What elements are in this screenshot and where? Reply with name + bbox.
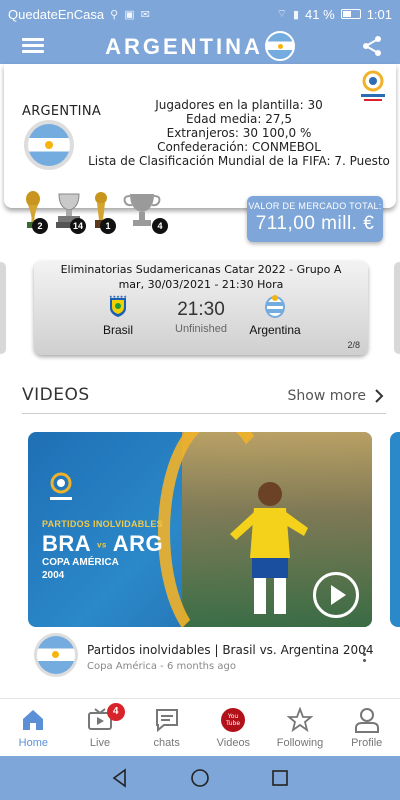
team-info-card: ARGENTINA Jugadores en la plantilla: 30 … (4, 64, 396, 208)
video-thumbnail[interactable]: PARTIDOS INOLVIDABLES BRA vs ARG COPA AM… (28, 432, 372, 627)
cup-trophy[interactable]: 4 (122, 190, 168, 234)
player-image (230, 482, 308, 614)
star-icon (287, 707, 314, 733)
match-status: Unfinished (175, 323, 227, 335)
copa-america-trophy[interactable]: 14 (54, 190, 86, 234)
app-title-text: ARGENTINA (105, 34, 263, 59)
mail-icon: ✉ (140, 8, 150, 21)
youtube-icon: You Tube (221, 708, 246, 732)
show-more-link[interactable]: Show more (288, 388, 385, 404)
more-options-icon[interactable] (360, 647, 368, 667)
chat-icon (155, 709, 178, 733)
app-bar: ARGENTINA (0, 28, 400, 64)
nav-live[interactable]: 4 Live (67, 699, 134, 756)
team-stat-fifa-ranking: Lista de Clasificación Mundial de la FIF… (88, 154, 390, 168)
live-badge: 4 (106, 703, 125, 721)
team-stats: Jugadores en la plantilla: 30 Edad media… (84, 98, 394, 168)
trophy-count: 2 (32, 218, 48, 234)
trophy-count: 1 (100, 218, 116, 234)
signal-icon: ▮ (292, 8, 300, 21)
battery-percent: 41 % (305, 6, 335, 22)
argentina-flag-icon (264, 30, 295, 61)
match-card-previous[interactable] (0, 262, 6, 354)
usb-icon: ⚲ (110, 8, 119, 21)
match-time: 21:30 (177, 299, 225, 320)
nav-profile[interactable]: Profile (333, 699, 400, 756)
team-stat-age: Edad media: 27,5 (186, 112, 292, 126)
match-page-indicator: 2/8 (347, 340, 360, 350)
nav-following[interactable]: Following (267, 699, 334, 756)
recents-icon[interactable] (270, 768, 290, 788)
thumbnail-teams: BRA vs ARG (42, 531, 164, 556)
svg-text:★★★★★: ★★★★★ (109, 294, 127, 299)
market-value-label: VALOR DE MERCADO TOTAL: (248, 201, 382, 211)
page-title: ARGENTINA (0, 30, 400, 61)
next-video-thumbnail[interactable] (390, 432, 400, 627)
home-button-icon[interactable] (190, 768, 210, 788)
video-title[interactable]: Partidos inolvidables | Brasil vs. Argen… (87, 643, 373, 657)
channel-avatar[interactable] (34, 633, 78, 677)
back-icon[interactable] (110, 768, 130, 788)
match-away-team: Argentina (249, 323, 301, 337)
svg-text:Tube: Tube (225, 720, 240, 727)
nav-videos[interactable]: You Tube Videos (200, 699, 267, 756)
section-divider (22, 413, 386, 414)
system-navigation-bar (0, 756, 400, 800)
nav-chats[interactable]: chats (133, 699, 200, 756)
battery-icon (340, 9, 361, 19)
team-stat-confederation: Confederación: CONMEBOL (157, 140, 321, 154)
market-value: 711,00 mill. € (255, 213, 375, 234)
status-time: 1:01 (366, 6, 392, 22)
team-flag-icon (24, 120, 74, 170)
wifi-icon: ⌔ (276, 8, 287, 20)
argentina-crest-icon (265, 295, 285, 318)
team-stat-foreigners: Extranjeros: 30 100,0 % (166, 126, 312, 140)
match-date: mar, 30/03/2021 - 21:30 Hora (118, 278, 284, 291)
show-more-label: Show more (287, 388, 367, 404)
video-subtitle: Copa América - 6 months ago (87, 661, 236, 672)
match-home-team: Brasil (102, 323, 133, 337)
person-icon (354, 708, 379, 733)
confederations-cup-trophy[interactable]: 1 (90, 190, 116, 234)
notification-icon: ▣ (124, 8, 135, 21)
match-card-next[interactable] (394, 262, 400, 354)
world-cup-trophy[interactable]: 2 (22, 190, 48, 234)
videos-section-title: VIDEOS (22, 385, 90, 405)
nav-home[interactable]: Home (0, 699, 67, 756)
chevron-right-icon (375, 389, 384, 403)
copa-america-logo (50, 472, 72, 500)
status-left-text: QuedateEnCasa (8, 6, 105, 22)
brasil-crest-icon: ★★★★★ (109, 294, 127, 317)
share-icon[interactable] (360, 34, 384, 58)
status-bar: QuedateEnCasa ⚲ ▣ ✉ ⌔ ▮ 41 % 1:01 (0, 0, 400, 28)
trophy-count: 4 (152, 218, 168, 234)
match-card[interactable]: Eliminatorias Sudamericanas Catar 2022 -… (34, 261, 368, 355)
svg-text:You: You (227, 713, 239, 720)
bottom-navigation: Home 4 Live chats You Tube Videos Follow… (0, 698, 400, 756)
play-button[interactable] (313, 572, 359, 618)
home-icon (23, 710, 44, 730)
match-competition: Eliminatorias Sudamericanas Catar 2022 -… (60, 263, 342, 276)
team-stat-players: Jugadores en la plantilla: 30 (155, 98, 323, 112)
thumbnail-headline: PARTIDOS INOLVIDABLES (42, 519, 163, 529)
market-value-box: VALOR DE MERCADO TOTAL: 711,00 mill. € (247, 196, 383, 242)
trophy-count: 14 (70, 218, 86, 234)
thumbnail-tournament: COPA AMÉRICA 2004 (42, 557, 119, 581)
